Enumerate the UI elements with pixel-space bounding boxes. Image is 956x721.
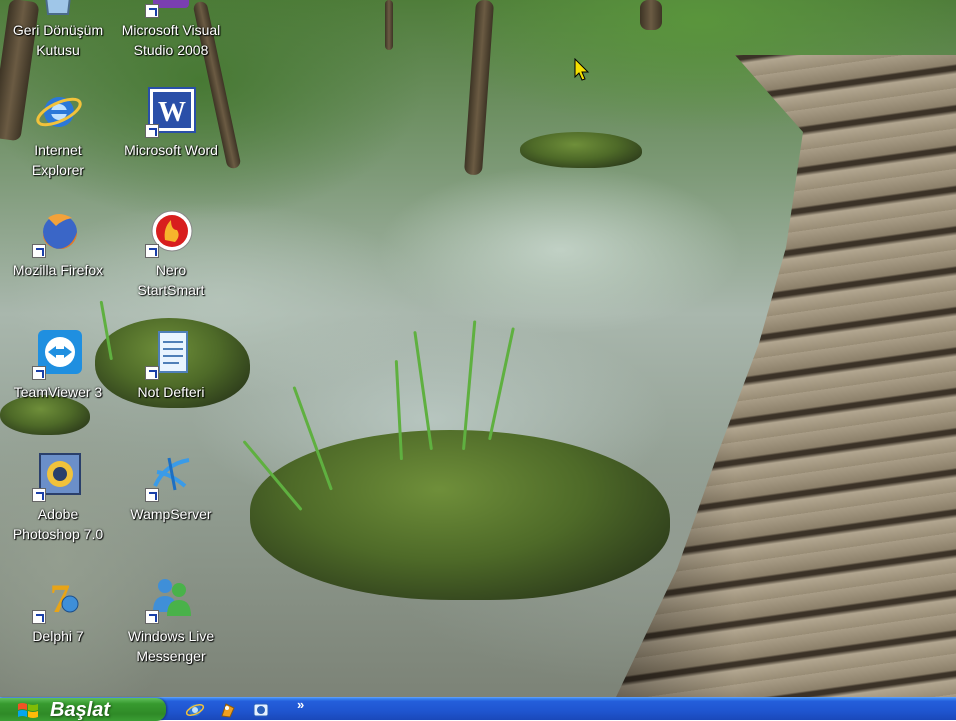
shortcut-arrow-icon — [145, 124, 159, 138]
shortcut-arrow-icon — [145, 244, 159, 258]
desktop-icon-teamviewer[interactable]: TeamViewer 3 — [0, 328, 116, 402]
windows-flag-icon — [18, 703, 38, 718]
quicklaunch-internet-explorer-icon[interactable] — [185, 700, 205, 719]
delphi-icon: 7 — [32, 572, 84, 624]
desktop-icon-label: Internet Explorer — [31, 142, 85, 178]
quicklaunch-chevron[interactable]: » — [297, 698, 304, 712]
start-button[interactable]: Başlat — [0, 698, 166, 721]
shortcut-arrow-icon — [32, 488, 46, 502]
shortcut-arrow-icon — [32, 366, 46, 380]
desktop-icon-label: Mozilla Firefox — [12, 262, 104, 278]
desktop-icon-label: Delphi 7 — [32, 628, 84, 644]
desktop-icon-delphi[interactable]: 7 Delphi 7 — [0, 572, 116, 646]
internet-explorer-icon — [32, 86, 84, 138]
shortcut-arrow-icon — [32, 244, 46, 258]
shortcut-arrow-icon — [32, 610, 46, 624]
desktop-icon-label: Geri Dönüşüm Kutusu — [12, 22, 104, 58]
desktop-icon-label: Nero StartSmart — [137, 262, 205, 298]
desktop-icon-label: Microsoft Word — [124, 142, 218, 158]
desktop-icon-firefox[interactable]: Mozilla Firefox — [0, 206, 116, 280]
messenger-icon — [145, 572, 197, 624]
desktop-icon-recycle-bin[interactable]: Geri Dönüşüm Kutusu — [0, 0, 116, 60]
shortcut-arrow-icon — [145, 4, 159, 18]
svg-text:W: W — [158, 97, 186, 128]
desktop-icon-wampserver[interactable]: WampServer — [113, 450, 229, 524]
grass — [488, 327, 515, 441]
shortcut-arrow-icon — [145, 610, 159, 624]
walkway-shadow — [616, 55, 956, 697]
notepad-icon — [145, 328, 197, 380]
moss-rock — [250, 430, 670, 600]
firefox-icon — [32, 206, 84, 258]
desktop-icon-messenger[interactable]: Windows Live Messenger — [113, 572, 229, 666]
desktop-icon-label: Adobe Photoshop 7.0 — [12, 506, 104, 542]
desktop-icon-microsoft-word[interactable]: W Microsoft Word — [113, 86, 229, 160]
nero-icon — [145, 206, 197, 258]
tree-trunk — [385, 0, 393, 50]
taskbar: Başlat » — [0, 697, 956, 721]
desktop-icon-label: Microsoft Visual Studio 2008 — [121, 22, 221, 58]
desktop-icon-label: TeamViewer 3 — [13, 384, 103, 400]
desktop-icon-label: WampServer — [130, 506, 212, 522]
desktop-icon-label: Windows Live Messenger — [127, 628, 215, 664]
moss-rock — [520, 132, 642, 168]
quicklaunch-outlook-icon[interactable] — [251, 700, 271, 719]
desktop-icon-photoshop[interactable]: Adobe Photoshop 7.0 — [0, 450, 116, 544]
photoshop-icon — [32, 450, 84, 502]
mouse-cursor-icon — [574, 58, 590, 81]
desktop-icon-visual-studio[interactable]: Microsoft Visual Studio 2008 — [113, 0, 229, 60]
recycle-bin-icon — [32, 0, 84, 18]
tree-trunk — [463, 0, 495, 176]
start-label: Başlat — [50, 699, 111, 721]
shortcut-arrow-icon — [145, 366, 159, 380]
desktop-background: Geri Dönüşüm Kutusu Microsoft Visual Stu… — [0, 0, 956, 697]
teamviewer-icon — [32, 328, 84, 380]
desktop-icon-label: Not Defteri — [137, 384, 205, 400]
word-icon: W — [145, 86, 197, 138]
wampserver-icon — [145, 450, 197, 502]
tree-trunk — [640, 0, 662, 30]
quicklaunch-media-icon[interactable] — [218, 700, 238, 719]
desktop-icon-internet-explorer[interactable]: Internet Explorer — [0, 86, 116, 180]
shortcut-arrow-icon — [145, 488, 159, 502]
desktop-icon-nero[interactable]: Nero StartSmart — [113, 206, 229, 300]
desktop-icon-notepad[interactable]: Not Defteri — [113, 328, 229, 402]
visual-studio-icon — [145, 0, 197, 18]
